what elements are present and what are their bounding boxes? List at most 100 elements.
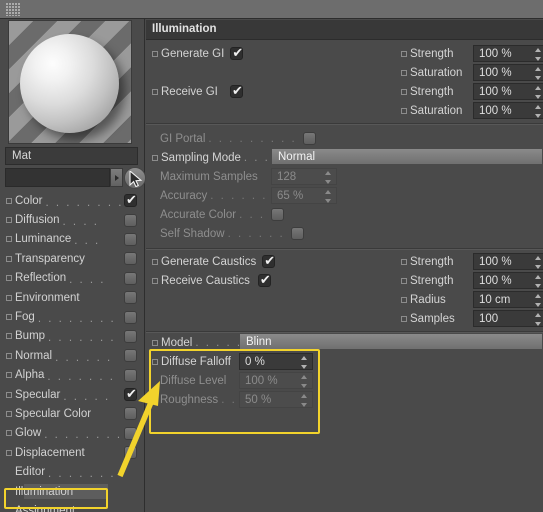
channel-row-normal[interactable]: Normal. . . . . .: [0, 346, 145, 365]
channel-checkbox[interactable]: [124, 446, 137, 460]
row-receive-caustics[interactable]: Receive Caustics: [152, 271, 272, 290]
channel-row-fog[interactable]: Fog. . . . . . . .: [0, 307, 145, 326]
model-dropdown[interactable]: Blinn: [239, 333, 543, 350]
channel-bullet-icon[interactable]: [6, 449, 12, 456]
channel-bullet-icon[interactable]: [6, 430, 12, 437]
field-generate-gi-saturation[interactable]: 100 %: [473, 63, 543, 82]
generate-gi-saturation-bullet-icon[interactable]: [401, 69, 407, 76]
row-caustics-receive-strength[interactable]: Strength: [401, 271, 453, 290]
generate-gi-bullet-icon[interactable]: [152, 50, 158, 57]
row-diffuse-falloff[interactable]: Diffuse Falloff: [152, 352, 231, 371]
pick-cursor-icon[interactable]: [124, 167, 146, 189]
receive-gi-strength-input[interactable]: 100 %: [473, 83, 543, 100]
gi-portal-checkbox[interactable]: [302, 132, 316, 145]
channel-row-specular[interactable]: Specular. . . . .: [0, 385, 145, 404]
channel-bullet-icon[interactable]: [6, 236, 12, 243]
row-generate-gi[interactable]: Generate GI: [152, 44, 244, 63]
drag-grip-icon[interactable]: [6, 3, 20, 16]
receive-gi-saturation-bullet-icon[interactable]: [401, 107, 407, 114]
channel-bullet-icon[interactable]: [6, 333, 12, 340]
stepper-icon[interactable]: [535, 256, 542, 269]
row-sampling-mode[interactable]: Sampling Mode . . .: [152, 148, 270, 167]
row-generate-caustics[interactable]: Generate Caustics: [152, 252, 276, 271]
receive-gi-strength-bullet-icon[interactable]: [401, 88, 407, 95]
caustics-radius-input[interactable]: 10 cm: [473, 291, 543, 308]
channel-checkbox[interactable]: [124, 310, 137, 324]
stepper-icon[interactable]: [535, 86, 542, 99]
stepper-icon[interactable]: [535, 105, 542, 118]
generate-caustics-checkbox[interactable]: [262, 253, 276, 269]
channel-checkbox[interactable]: [124, 368, 137, 382]
channel-row-reflection[interactable]: Reflection. . . .: [0, 269, 145, 288]
channel-row-assignment[interactable]: Assignment: [0, 501, 145, 512]
field-caustics-samples[interactable]: 100: [473, 309, 543, 328]
receive-caustics-bullet-icon[interactable]: [152, 277, 158, 284]
row-caustics-generate-strength[interactable]: Strength: [401, 252, 453, 271]
channel-row-glow[interactable]: Glow. . . . . . . .: [0, 424, 145, 443]
channel-row-diffusion[interactable]: Diffusion. . . .: [0, 210, 145, 229]
texture-field[interactable]: [5, 168, 110, 187]
stepper-icon[interactable]: [535, 313, 542, 326]
row-generate-gi-strength[interactable]: Strength: [401, 44, 453, 63]
field-generate-gi-strength[interactable]: 100 %: [473, 44, 543, 63]
row-receive-gi-strength[interactable]: Strength: [401, 82, 453, 101]
generate-gi-strength-input[interactable]: 100 %: [473, 45, 543, 62]
channel-row-alpha[interactable]: Alpha. . . . . . .: [0, 366, 145, 385]
field-caustics-generate-strength[interactable]: 100 %: [473, 252, 543, 271]
channel-row-bump[interactable]: Bump. . . . . . .: [0, 327, 145, 346]
channel-row-luminance[interactable]: Luminance. . .: [0, 230, 145, 249]
channel-bullet-icon[interactable]: [6, 294, 12, 301]
channel-checkbox[interactable]: [124, 232, 137, 246]
channel-row-specular-color[interactable]: Specular Color: [0, 404, 145, 423]
row-receive-gi[interactable]: Receive GI: [152, 82, 244, 101]
field-receive-gi-strength[interactable]: 100 %: [473, 82, 543, 101]
stepper-icon[interactable]: [535, 67, 542, 80]
receive-caustics-checkbox[interactable]: [257, 272, 272, 288]
stepper-icon[interactable]: [301, 356, 308, 369]
caustics-samples-input[interactable]: 100: [473, 310, 543, 327]
channel-bullet-icon[interactable]: [6, 197, 12, 204]
texture-dropdown-arrow-icon[interactable]: [110, 168, 123, 187]
material-preview[interactable]: [8, 20, 132, 144]
channel-bullet-icon[interactable]: [6, 255, 12, 262]
channel-bullet-icon[interactable]: [6, 217, 12, 224]
row-caustics-radius[interactable]: Radius: [401, 290, 446, 309]
channel-row-editor[interactable]: Editor. . . . . . .: [0, 462, 145, 481]
channel-bullet-icon[interactable]: [6, 410, 12, 417]
sampling-mode-dropdown[interactable]: Normal: [271, 148, 543, 165]
channel-row-displacement[interactable]: Displacement: [0, 443, 145, 462]
caustics-receive-strength-input[interactable]: 100 %: [473, 272, 543, 289]
generate-caustics-bullet-icon[interactable]: [152, 258, 158, 265]
receive-gi-bullet-icon[interactable]: [152, 88, 158, 95]
row-receive-gi-saturation[interactable]: Saturation: [401, 101, 462, 120]
model-bullet-icon[interactable]: [152, 339, 158, 346]
caustics-samples-bullet-icon[interactable]: [401, 315, 407, 322]
channel-row-transparency[interactable]: Transparency: [0, 249, 145, 268]
caustics-receive-strength-bullet-icon[interactable]: [401, 277, 407, 284]
channel-checkbox[interactable]: [124, 349, 137, 363]
caustics-generate-strength-bullet-icon[interactable]: [401, 258, 407, 265]
channel-checkbox[interactable]: [124, 386, 138, 402]
field-receive-gi-saturation[interactable]: 100 %: [473, 101, 543, 120]
channel-bullet-icon[interactable]: [6, 275, 12, 282]
channel-bullet-icon[interactable]: [6, 372, 12, 379]
stepper-icon[interactable]: [535, 275, 542, 288]
field-caustics-radius[interactable]: 10 cm: [473, 290, 543, 309]
channel-bullet-icon[interactable]: [6, 352, 12, 359]
caustics-generate-strength-input[interactable]: 100 %: [473, 253, 543, 270]
generate-gi-strength-bullet-icon[interactable]: [401, 50, 407, 57]
stepper-icon[interactable]: [535, 294, 542, 307]
row-generate-gi-saturation[interactable]: Saturation: [401, 63, 462, 82]
diffuse-falloff-bullet-icon[interactable]: [152, 358, 158, 365]
channel-bullet-icon[interactable]: [6, 314, 12, 321]
channel-checkbox[interactable]: [124, 213, 137, 227]
channel-checkbox[interactable]: [124, 291, 137, 305]
sampling-mode-bullet-icon[interactable]: [152, 154, 158, 161]
receive-gi-saturation-input[interactable]: 100 %: [473, 102, 543, 119]
channel-bullet-icon[interactable]: [6, 391, 12, 398]
channel-checkbox[interactable]: [124, 407, 137, 421]
channel-checkbox[interactable]: [124, 192, 138, 208]
generate-gi-saturation-input[interactable]: 100 %: [473, 64, 543, 81]
receive-gi-checkbox[interactable]: [229, 83, 244, 99]
channel-row-color[interactable]: Color. . . . . . . .: [0, 191, 145, 210]
